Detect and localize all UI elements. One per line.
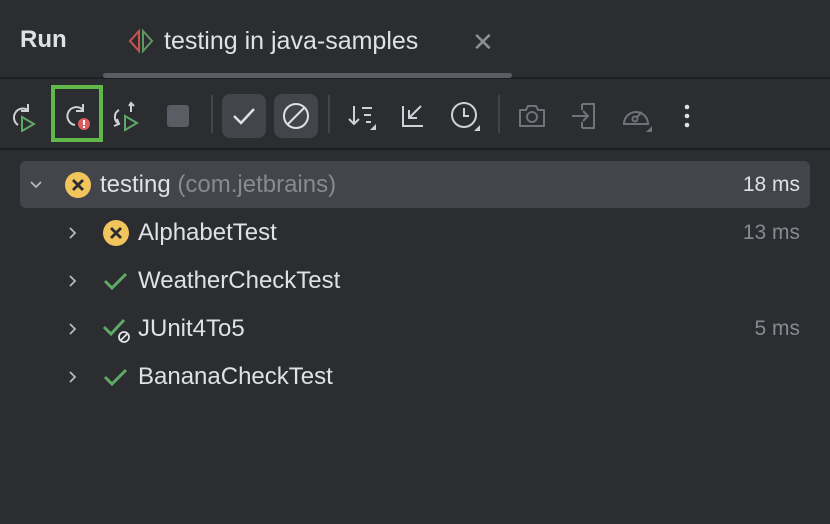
import-button[interactable] [566, 98, 602, 134]
collapse-button[interactable] [395, 98, 431, 134]
chevron-right-icon[interactable] [63, 367, 83, 387]
screenshot-button[interactable] [514, 98, 550, 134]
tab-selected-indicator [103, 73, 512, 78]
rerun-failed-button[interactable] [59, 98, 95, 134]
more-options-button[interactable] [669, 98, 705, 134]
clock-icon [451, 102, 480, 131]
show-passed-toggle[interactable] [222, 94, 266, 138]
tree-node-name: BananaCheckTest [138, 362, 333, 390]
check-icon [233, 108, 255, 125]
passed-with-ignored-icon [102, 318, 130, 343]
duration: 13 ms [742, 220, 800, 244]
stop-icon [167, 105, 189, 127]
tree-row[interactable]: BananaCheckTest [20, 353, 810, 400]
chevron-right-icon[interactable] [63, 223, 83, 243]
passed-check-icon [103, 368, 128, 386]
tree-node-name: WeatherCheckTest [138, 266, 341, 294]
toolbar-separator [328, 95, 330, 133]
tree-row[interactable]: JUnit4To5 5 ms [20, 305, 810, 352]
tree-row-root[interactable]: testing (com.jetbrains) 18 ms [20, 161, 810, 208]
tree-node-name: JUnit4To5 [138, 314, 245, 342]
chevron-right-icon[interactable] [63, 271, 83, 291]
failed-status-icon [65, 171, 91, 198]
passed-check-icon [103, 272, 128, 290]
rerun-icon [13, 104, 36, 132]
tab-testing[interactable]: testing in java-samples [126, 24, 418, 58]
chevron-right-icon[interactable] [63, 319, 83, 339]
duration: 5 ms [754, 316, 800, 340]
tree-row[interactable]: AlphabetTest 13 ms [20, 209, 810, 256]
tree-node-name: testing [100, 170, 171, 198]
stop-button[interactable] [160, 98, 196, 134]
run-config-icon [128, 28, 154, 54]
more-icon [684, 104, 690, 128]
sort-icon [348, 106, 376, 130]
auto-rerun-icon [113, 101, 139, 132]
rerun-button[interactable] [4, 98, 40, 134]
import-icon [572, 103, 595, 129]
camera-icon [519, 105, 545, 127]
toolbar-separator [498, 95, 500, 133]
gauge-icon [622, 111, 652, 132]
rerun-failed-icon [66, 104, 90, 130]
failed-status-icon [103, 219, 129, 246]
sort-button[interactable] [344, 98, 380, 134]
coverage-button[interactable] [618, 98, 654, 134]
test-runner-toolbar [0, 80, 830, 150]
close-icon[interactable]: ✕ [472, 27, 494, 58]
tool-window-title: Run [20, 26, 67, 53]
toggle-auto-test-button[interactable] [107, 98, 143, 134]
tree-node-name: AlphabetTest [138, 218, 277, 246]
history-button[interactable] [447, 98, 483, 134]
toolbar-separator [211, 95, 213, 133]
tab-label: testing in java-samples [164, 26, 419, 55]
tree-node-package: (com.jetbrains) [177, 170, 337, 198]
ignored-icon [283, 103, 309, 129]
tree-row[interactable]: WeatherCheckTest [20, 257, 810, 304]
collapse-icon [402, 105, 423, 127]
chevron-down-icon[interactable] [26, 175, 46, 195]
show-ignored-toggle[interactable] [274, 94, 318, 138]
duration: 18 ms [742, 172, 800, 196]
run-tool-window-header: Run testing in java-samples ✕ [0, 0, 830, 79]
